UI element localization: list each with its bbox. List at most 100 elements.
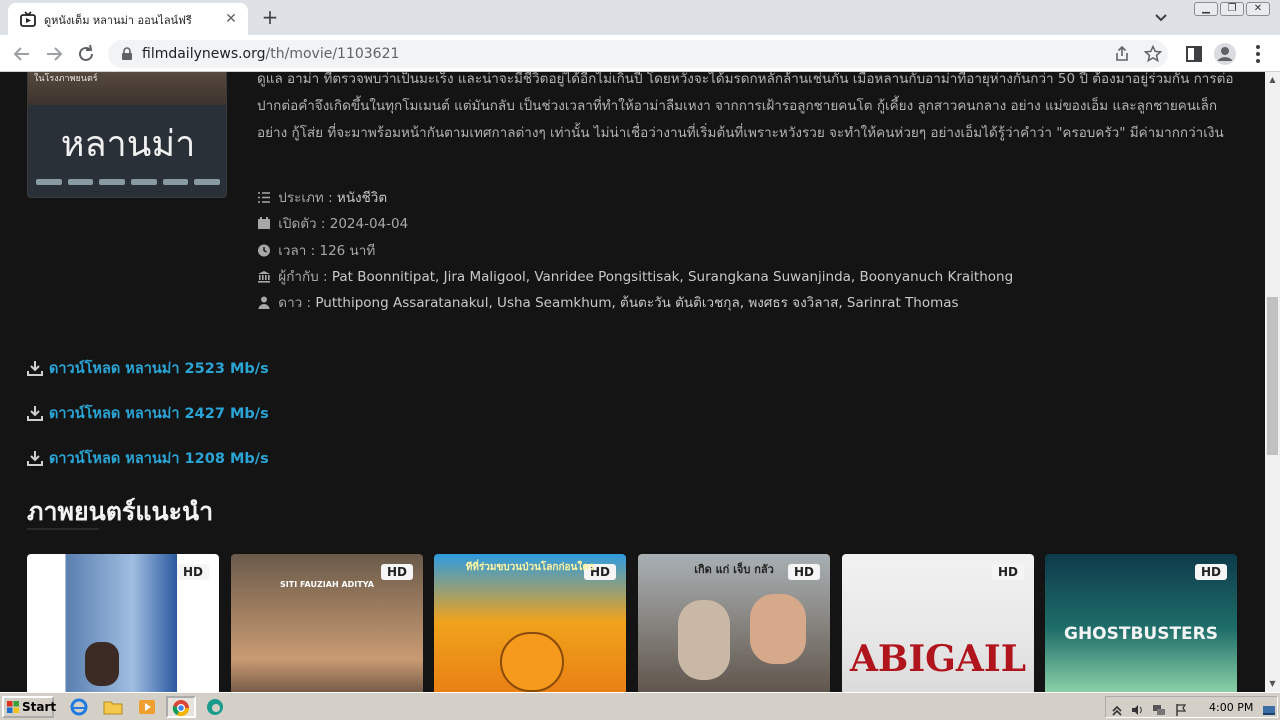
bank-building-icon xyxy=(258,271,270,283)
url-domain: filmdailynews.org xyxy=(142,46,266,62)
release-label: เปิดตัว : xyxy=(278,216,326,232)
download-link-2[interactable]: ดาวน์โหลด หลานม่า 2427 Mb/s xyxy=(27,403,269,423)
star-icon[interactable] xyxy=(1144,45,1162,63)
list-icon xyxy=(258,192,270,203)
directors-value[interactable]: Pat Boonnitipat, Jira Maligool, Vanridee… xyxy=(332,269,1013,285)
movie-card-3[interactable]: HD ทีที่ร่วมขบวนป่วนโลกก่อนใคร xyxy=(434,554,626,692)
page-scrollbar[interactable]: ▲ ▼ xyxy=(1265,72,1280,692)
meta-release: เปิดตัว : 2024-04-04 xyxy=(257,212,408,234)
movie-card-4[interactable]: HD เกิด แก่ เจ็บ กลัว xyxy=(638,554,830,692)
card-caption: ABIGAIL xyxy=(849,638,1027,680)
side-panel-icon[interactable] xyxy=(1182,42,1206,66)
reload-icon[interactable] xyxy=(74,42,98,66)
movie-card-5[interactable]: HD ABIGAIL xyxy=(842,554,1034,692)
url-path: /th/movie/1103621 xyxy=(265,46,400,62)
window-controls: ▁ ❐ ✕ xyxy=(1194,2,1270,18)
tab-title: ดูหนังเต็ม หลานม่า ออนไลน์ฟรี xyxy=(44,14,192,27)
meta-directors: ผู้กำกับ : Pat Boonnitipat, Jira Maligoo… xyxy=(257,265,1013,287)
meta-genre: ประเภท : หนังชีวิต xyxy=(257,186,387,208)
os-taskbar: Start 4:00 PM xyxy=(0,692,1280,720)
hd-badge: HD xyxy=(176,564,209,580)
close-tab-icon[interactable]: ✕ xyxy=(222,10,240,28)
profile-avatar-icon[interactable] xyxy=(1213,42,1237,66)
movie-card-6[interactable]: HD GHOSTBUSTERS xyxy=(1045,554,1237,692)
recommended-heading: ภาพยนตร์แนะนำ xyxy=(27,497,214,526)
lock-icon[interactable] xyxy=(120,47,134,61)
director-label: ผู้กำกับ : xyxy=(278,269,328,285)
download-link-1[interactable]: ดาวน์โหลด หลานม่า 2523 Mb/s xyxy=(27,358,269,378)
show-desktop-icon[interactable] xyxy=(1262,703,1276,717)
movie-card-2[interactable]: HD SITI FAUZIAH ADITYA xyxy=(231,554,423,692)
heading-underline xyxy=(27,528,99,530)
user-icon xyxy=(258,296,270,309)
forward-icon[interactable] xyxy=(42,42,66,66)
tab-strip: ดูหนังเต็ม หลานม่า ออนไลน์ฟรี ✕ + ▁ ❐ ✕ xyxy=(0,0,1280,35)
scroll-down-icon[interactable]: ▼ xyxy=(1268,679,1277,688)
chevron-down-icon[interactable] xyxy=(1150,6,1172,28)
movie-poster: ในโรงภาพยนตร์ หลานม่า xyxy=(27,72,227,198)
download-icon xyxy=(27,361,43,376)
meta-cast: ดาว : Putthipong Assaratanakul, Usha Sea… xyxy=(257,291,959,313)
scroll-up-icon[interactable]: ▲ xyxy=(1268,75,1277,84)
genre-value[interactable]: หนังชีวิต xyxy=(337,190,387,206)
movie-card-1[interactable]: HD xyxy=(27,554,219,692)
action-center-flag-icon[interactable] xyxy=(1174,703,1188,717)
back-icon[interactable] xyxy=(10,42,34,66)
browser-tab[interactable]: ดูหนังเต็ม หลานม่า ออนไลน์ฟรี ✕ xyxy=(8,3,248,35)
card-caption: ทีที่ร่วมขบวนป่วนโลกก่อนใคร xyxy=(465,562,595,573)
download-link-3[interactable]: ดาวน์โหลด หลานม่า 1208 Mb/s xyxy=(27,448,269,468)
chrome-taskbar-button[interactable] xyxy=(166,696,196,718)
cast-value[interactable]: Putthipong Assaratanakul, Usha Seamkhum,… xyxy=(315,295,958,311)
hd-badge: HD xyxy=(380,564,413,580)
card-caption: SITI FAUZIAH ADITYA xyxy=(280,580,374,589)
cast-label: ดาว : xyxy=(278,295,312,311)
poster-tagline: ในโรงภาพยนตร์ xyxy=(34,74,98,84)
new-tab-button[interactable]: + xyxy=(258,5,282,29)
download-icon xyxy=(27,451,43,466)
card-caption: GHOSTBUSTERS xyxy=(1063,624,1219,644)
folder-icon[interactable] xyxy=(102,697,124,717)
poster-studio-logos xyxy=(36,179,221,189)
card-face-figure xyxy=(678,600,730,680)
genre-label: ประเภท : xyxy=(278,190,333,206)
page-viewport: ในโรงภาพยนตร์ หลานม่า ดูแล อาม่า ที่ตรวจ… xyxy=(0,72,1265,692)
show-hidden-icons-icon[interactable] xyxy=(1110,703,1124,717)
share-icon[interactable] xyxy=(1113,45,1131,63)
release-value: 2024-04-04 xyxy=(329,216,409,232)
browser-toolbar: filmdailynews.org/th/movie/1103621 xyxy=(0,35,1280,72)
runtime-label: เวลา : xyxy=(278,243,316,259)
tv-favicon-icon xyxy=(20,11,36,27)
card-face-figure-2 xyxy=(750,594,806,664)
windows-logo-icon xyxy=(7,701,19,713)
card-caption: เกิด แก่ เจ็บ กลัว xyxy=(694,563,774,576)
volume-icon[interactable] xyxy=(1130,703,1144,717)
network-icon[interactable] xyxy=(1152,703,1166,717)
meta-runtime: เวลา : 126 นาที xyxy=(257,239,375,261)
internet-explorer-icon[interactable] xyxy=(68,697,90,717)
address-bar[interactable]: filmdailynews.org/th/movie/1103621 xyxy=(108,40,1168,68)
menu-kebab-icon[interactable] xyxy=(1246,42,1270,66)
card-cat-figure xyxy=(500,632,564,692)
chrome-icon xyxy=(172,700,190,717)
calendar-icon xyxy=(258,217,270,229)
start-button[interactable]: Start xyxy=(2,696,57,718)
movie-synopsis: ดูแล อาม่า ที่ตรวจพบว่าเป็นมะเร็ง และน่า… xyxy=(257,72,1234,141)
media-player-icon[interactable] xyxy=(136,697,158,717)
url-text[interactable]: filmdailynews.org/th/movie/1103621 xyxy=(142,46,399,62)
start-label: Start xyxy=(22,700,57,714)
scroll-thumb[interactable] xyxy=(1267,297,1278,455)
download-icon xyxy=(27,406,43,421)
runtime-value: 126 นาที xyxy=(319,243,376,259)
close-window-icon[interactable]: ✕ xyxy=(1246,2,1270,16)
poster-title: หลานม่า xyxy=(60,124,196,165)
download-label[interactable]: ดาวน์โหลด หลานม่า 1208 Mb/s xyxy=(49,447,269,470)
clock-icon xyxy=(258,244,270,257)
restore-icon[interactable]: ❐ xyxy=(1220,2,1244,16)
edge-icon[interactable] xyxy=(204,697,226,717)
download-label[interactable]: ดาวน์โหลด หลานม่า 2523 Mb/s xyxy=(49,357,269,380)
hd-badge: HD xyxy=(991,564,1024,580)
taskbar-clock[interactable]: 4:00 PM xyxy=(1209,701,1253,714)
minimize-icon[interactable]: ▁ xyxy=(1194,2,1218,16)
hd-badge: HD xyxy=(1194,564,1227,580)
download-label[interactable]: ดาวน์โหลด หลานม่า 2427 Mb/s xyxy=(49,402,269,425)
